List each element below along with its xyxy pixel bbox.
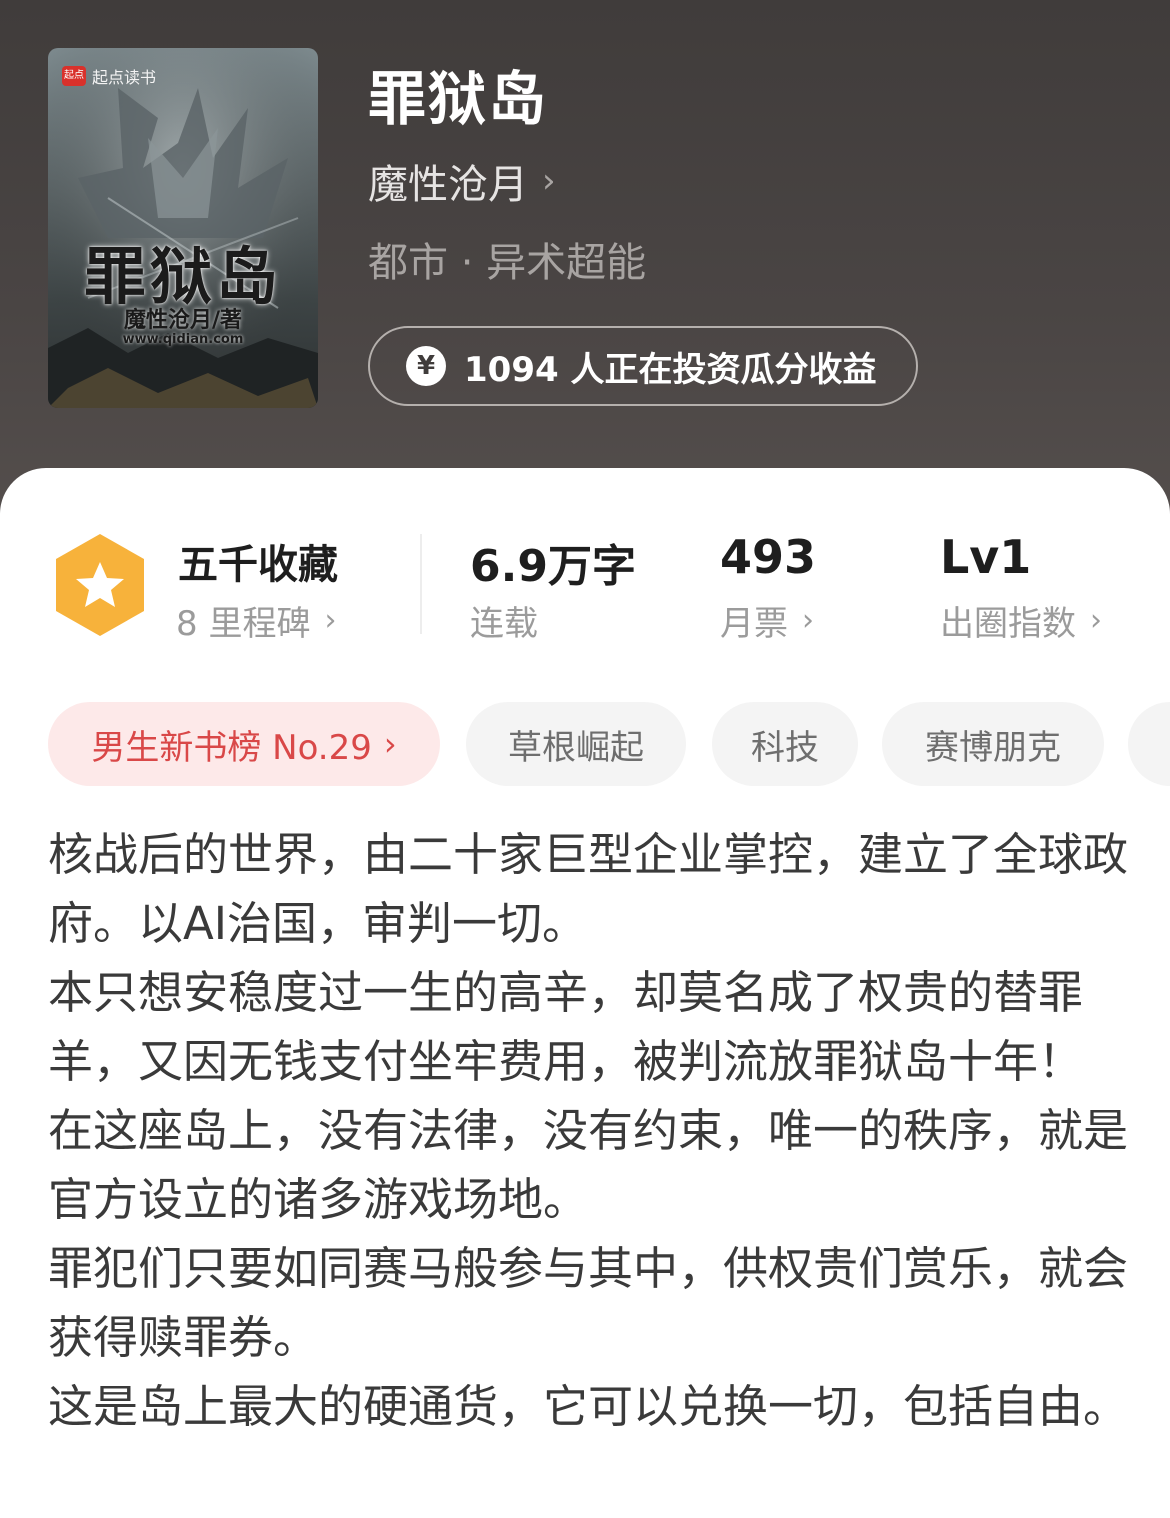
tag-technology[interactable]: 科技 — [712, 702, 858, 786]
chevron-right-icon: › — [542, 161, 556, 201]
chevron-right-icon: › — [324, 603, 337, 638]
stat-divider — [420, 534, 422, 634]
tag-grassroots[interactable]: 草根崛起 — [466, 702, 686, 786]
synopsis-paragraph: 罪犯们只要如同赛马般参与其中，供权贵们赏乐，就会获得赎罪券。 — [48, 1242, 1129, 1364]
milestone-link[interactable]: 8 里程碑 › — [176, 596, 336, 645]
word-count-value: 6.9万字 — [470, 541, 636, 592]
synopsis-paragraph: 本只想安稳度过一生的高辛，却莫名成了权贵的替罪羊，又因无钱支付坐牢费用，被判流放… — [48, 966, 1084, 1088]
serial-status-label: 连载 — [470, 596, 538, 645]
milestone-label: 8 里程碑 — [176, 604, 311, 644]
tag-row: 男生新书榜 No.29 › 草根崛起 科技 赛博朋克 — [48, 702, 1170, 786]
popularity-index-link[interactable]: 出圈指数 › — [940, 596, 1102, 645]
tag-cyberpunk[interactable]: 赛博朋克 — [882, 702, 1104, 786]
monthly-ticket-label: 月票 — [720, 604, 788, 644]
cover-url: www.qidian.com — [122, 332, 244, 347]
monthly-ticket-link[interactable]: 月票 › — [720, 596, 814, 645]
cover-brand-text: 起点读书 — [92, 68, 157, 87]
chevron-right-icon: › — [383, 725, 397, 763]
book-cover[interactable]: 起点 起点读书 罪狱岛 魔性沧月/著 www.qidian.com — [48, 48, 318, 408]
yen-coin-icon: ¥ — [406, 346, 446, 386]
cover-author: 魔性沧月/著 — [123, 308, 243, 333]
qidian-logo: 起点 — [62, 66, 86, 86]
author-link[interactable]: 魔性沧月 › — [368, 152, 556, 210]
invest-text: 1094 人正在投资瓜分收益 — [464, 349, 877, 390]
chevron-right-icon: › — [1090, 603, 1102, 638]
popularity-level-value: Lv1 — [940, 530, 1032, 584]
cover-brand: 起点 起点读书 — [62, 64, 156, 88]
book-title: 罪狱岛 — [368, 65, 549, 133]
tag-label: 赛博朋克 — [925, 727, 1061, 768]
serial-status-text: 连载 — [470, 604, 538, 644]
tag-overflow[interactable] — [1128, 702, 1170, 786]
collect-value: 五千收藏 — [178, 542, 338, 588]
synopsis-paragraph: 在这座岛上，没有法律，没有约束，唯一的秩序，就是官方设立的诸多游戏场地。 — [48, 1104, 1129, 1226]
star-hexagon-icon[interactable] — [52, 532, 148, 638]
invest-button[interactable]: ¥ 1094 人正在投资瓜分收益 — [368, 326, 918, 406]
rank-tag[interactable]: 男生新书榜 No.29 › — [48, 702, 440, 786]
author-name: 魔性沧月 — [368, 162, 528, 208]
monthly-ticket-value: 493 — [720, 530, 817, 584]
synopsis-paragraph: 核战后的世界，由二十家巨型企业掌控，建立了全球政府。以AI治国，审判一切。 — [48, 828, 1129, 950]
tag-label: 科技 — [751, 727, 819, 768]
synopsis-paragraph: 这是岛上最大的硬通货，它可以兑换一切，包括自由。 — [48, 1380, 1129, 1433]
book-synopsis: 核战后的世界，由二十家巨型企业掌控，建立了全球政府。以AI治国，审判一切。 本只… — [48, 820, 1128, 1441]
book-genre: 都市 · 异术超能 — [368, 240, 647, 286]
chevron-right-icon: › — [802, 603, 814, 638]
popularity-index-label: 出圈指数 — [940, 604, 1076, 644]
rank-tag-label: 男生新书榜 No.29 — [91, 727, 372, 768]
tag-label: 草根崛起 — [508, 727, 644, 768]
